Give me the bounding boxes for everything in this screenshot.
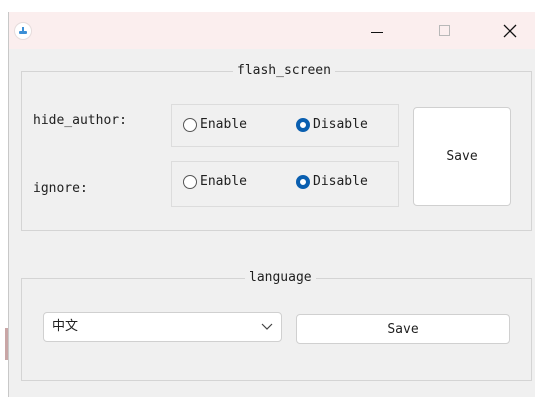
ignore-disable-radio[interactable]: Disable	[296, 174, 368, 190]
app-window: flash_screen hide_author: Enable Disable…	[8, 12, 535, 397]
maximize-button[interactable]	[421, 12, 467, 49]
radio-label: Disable	[313, 117, 368, 132]
close-button[interactable]	[487, 12, 533, 49]
flash-screen-save-button[interactable]: Save	[413, 107, 511, 206]
hide-author-radio-group: Enable Disable	[171, 104, 399, 147]
ignore-label: ignore:	[33, 181, 88, 196]
hide-author-enable-radio[interactable]: Enable	[183, 117, 247, 133]
language-group-title: language	[245, 270, 316, 286]
chevron-down-icon	[261, 323, 273, 330]
radio-unchecked-icon	[183, 175, 197, 189]
ignore-enable-radio[interactable]: Enable	[183, 174, 247, 190]
radio-checked-icon	[296, 175, 310, 189]
radio-unchecked-icon	[183, 118, 197, 132]
app-icon	[15, 23, 31, 39]
minimize-button[interactable]	[354, 12, 400, 49]
radio-label: Disable	[313, 174, 368, 189]
language-select[interactable]: 中文	[43, 312, 282, 342]
hide-author-label: hide_author:	[33, 113, 127, 128]
flash-screen-group: flash_screen hide_author: Enable Disable…	[21, 63, 532, 231]
language-select-value: 中文	[52, 319, 79, 334]
language-save-button[interactable]: Save	[296, 314, 510, 344]
radio-label: Enable	[200, 117, 247, 132]
radio-label: Enable	[200, 174, 247, 189]
flash-screen-group-title: flash_screen	[233, 63, 335, 79]
ignore-radio-group: Enable Disable	[171, 161, 399, 207]
title-bar[interactable]	[9, 12, 535, 49]
radio-checked-icon	[296, 118, 310, 132]
close-icon	[503, 24, 517, 38]
hide-author-disable-radio[interactable]: Disable	[296, 117, 368, 133]
